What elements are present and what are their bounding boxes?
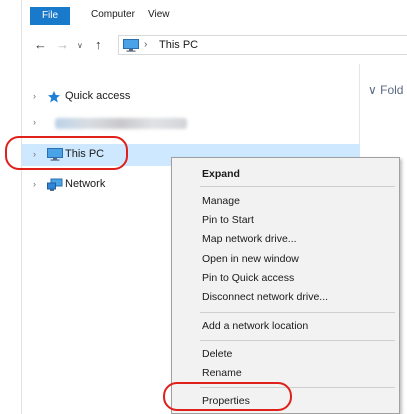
content-header-label: Fold xyxy=(380,83,404,97)
chevron-right-icon[interactable]: › xyxy=(33,117,36,127)
chevron-right-icon[interactable]: › xyxy=(33,149,36,159)
breadcrumb-separator-icon: › xyxy=(144,39,148,50)
recent-locations-chevron-down-icon[interactable]: ∨ xyxy=(77,41,83,50)
menu-item-pin-to-quick-access[interactable]: Pin to Quick access xyxy=(202,272,294,284)
menu-item-map-network-drive[interactable]: Map network drive... xyxy=(202,233,297,245)
breadcrumb-this-pc[interactable]: This PC xyxy=(159,39,198,51)
menu-item-disconnect-network-drive[interactable]: Disconnect network drive... xyxy=(202,291,328,303)
menu-separator xyxy=(200,186,395,187)
tab-view[interactable]: View xyxy=(148,9,170,20)
network-icon xyxy=(47,178,63,195)
tree-item-blurred[interactable]: › xyxy=(22,112,360,134)
menu-item-open-in-new-window[interactable]: Open in new window xyxy=(202,253,299,265)
ribbon: File Computer View xyxy=(0,0,407,26)
menu-separator xyxy=(200,340,395,341)
menu-item-manage[interactable]: Manage xyxy=(202,195,240,207)
context-menu: Expand Manage Pin to Start Map network d… xyxy=(171,157,400,414)
address-box[interactable]: › This PC xyxy=(118,35,407,55)
chevron-right-icon[interactable]: › xyxy=(33,179,36,189)
menu-item-add-network-location[interactable]: Add a network location xyxy=(202,320,308,332)
tree-item-label: Network xyxy=(65,178,106,190)
chevron-down-icon[interactable]: ∨ xyxy=(368,83,377,97)
back-arrow-icon[interactable]: ← xyxy=(34,37,47,52)
menu-item-properties[interactable]: Properties xyxy=(202,395,250,407)
menu-item-expand[interactable]: Expand xyxy=(202,168,240,180)
menu-separator xyxy=(200,312,395,313)
tree-item-label: Quick access xyxy=(65,90,131,102)
menu-item-rename[interactable]: Rename xyxy=(202,367,242,379)
chevron-right-icon[interactable]: › xyxy=(33,91,36,101)
content-header[interactable]: ∨ Fold xyxy=(368,83,403,97)
menu-item-delete[interactable]: Delete xyxy=(202,348,232,360)
this-pc-icon xyxy=(47,148,63,164)
tree-item-quick-access[interactable]: › Quick access xyxy=(22,86,360,108)
tab-file[interactable]: File xyxy=(30,7,70,25)
this-pc-icon xyxy=(123,39,139,55)
tree-item-label: This PC xyxy=(65,148,105,160)
menu-item-pin-to-start[interactable]: Pin to Start xyxy=(202,214,254,226)
up-arrow-icon[interactable]: ↑ xyxy=(95,37,102,52)
tab-computer[interactable]: Computer xyxy=(91,9,135,20)
menu-separator xyxy=(200,387,395,388)
redacted-item xyxy=(55,118,187,129)
star-icon xyxy=(47,90,61,107)
address-bar-row: ← → ∨ ↑ › This PC xyxy=(0,31,407,59)
forward-arrow-icon[interactable]: → xyxy=(56,37,69,52)
